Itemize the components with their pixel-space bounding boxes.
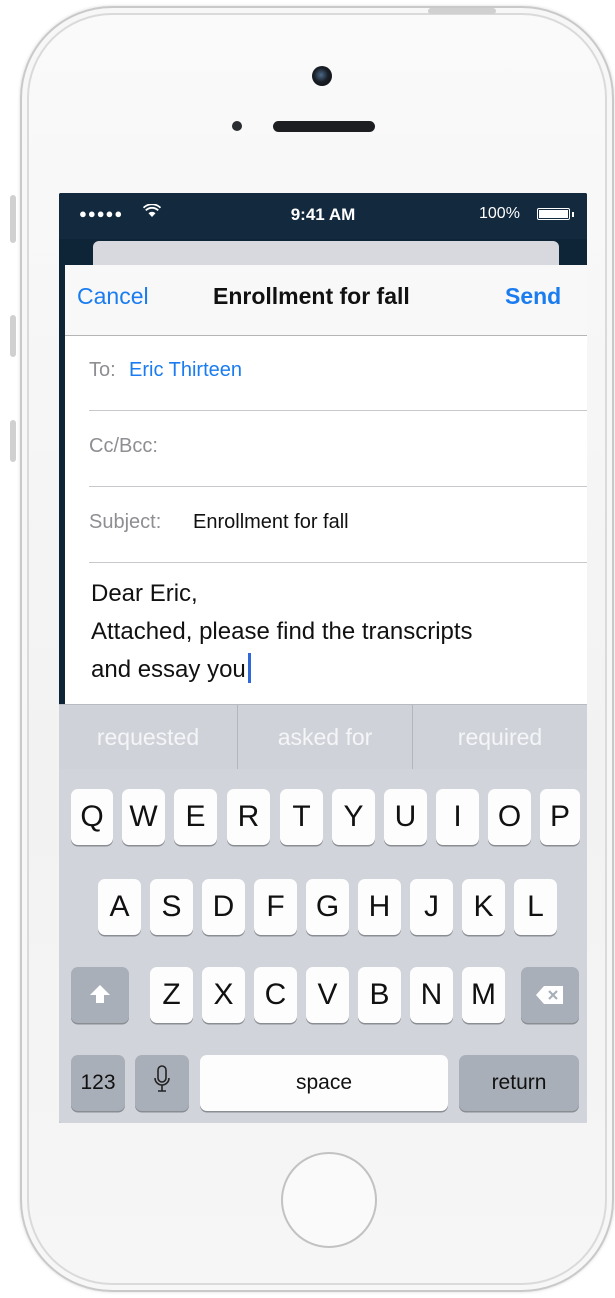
key-y[interactable]: Y [332,789,375,845]
key-g[interactable]: G [306,879,349,935]
key-n[interactable]: N [410,967,453,1023]
front-camera [312,66,332,86]
key-x[interactable]: X [202,967,245,1023]
key-u[interactable]: U [384,789,427,845]
suggestion-requested[interactable]: requested [59,705,237,769]
key-r[interactable]: R [227,789,270,845]
recipient-token[interactable]: Eric Thirteen [129,359,242,382]
key-c[interactable]: C [254,967,297,1023]
key-o[interactable]: O [488,789,531,845]
key-d[interactable]: D [202,879,245,935]
status-bar: ●●●●● 9:41 AM 100% [59,193,587,239]
to-field[interactable]: To: Eric Thirteen [89,335,587,411]
battery-icon [537,208,570,220]
key-m[interactable]: M [462,967,505,1023]
compose-navbar: Cancel Enrollment for fall Send [65,265,587,336]
key-w[interactable]: W [122,789,165,845]
earpiece-speaker [273,121,375,132]
cc-bcc-label: Cc/Bcc: [89,435,158,457]
space-key[interactable]: space [200,1055,448,1111]
predictive-bar: requested asked for required [59,705,587,769]
numbers-key[interactable]: 123 [71,1055,125,1111]
subject-value[interactable]: Enrollment for fall [193,511,349,534]
subject-field[interactable]: Subject: Enrollment for fall [89,487,587,563]
key-e[interactable]: E [174,789,217,845]
key-v[interactable]: V [306,967,349,1023]
subject-label: Subject: [89,511,162,533]
suggestion-required[interactable]: required [413,705,587,769]
cancel-button[interactable]: Cancel [77,283,149,310]
message-body[interactable]: Dear Eric, Attached, please find the tra… [91,575,571,689]
key-s[interactable]: S [150,879,193,935]
compose-title: Enrollment for fall [213,283,410,309]
delete-key[interactable] [521,967,579,1023]
key-z[interactable]: Z [150,967,193,1023]
key-t[interactable]: T [280,789,323,845]
return-key[interactable]: return [459,1055,579,1111]
key-i[interactable]: I [436,789,479,845]
microphone-icon [153,1056,171,1112]
home-button[interactable] [281,1152,377,1248]
body-line: Attached, please find the transcripts [91,618,473,645]
volume-down-button [10,420,16,462]
silent-switch [10,195,16,243]
shift-key[interactable] [71,967,129,1023]
sleep-button [428,8,496,14]
body-line-last: and essay you [91,651,571,689]
cc-bcc-field[interactable]: Cc/Bcc: [89,411,587,487]
battery-tip [572,212,574,217]
keyboard: requested asked for required Q W E R T Y… [59,704,587,1123]
proximity-sensor [232,121,242,131]
key-f[interactable]: F [254,879,297,935]
dictation-key[interactable] [135,1055,189,1111]
text-cursor [247,653,251,683]
key-l[interactable]: L [514,879,557,935]
phone-screen: ●●●●● 9:41 AM 100% Cancel Enrollment for… [59,193,587,1123]
key-b[interactable]: B [358,967,401,1023]
shift-icon [89,968,111,1024]
send-button[interactable]: Send [505,283,561,310]
key-a[interactable]: A [98,879,141,935]
battery-percent: 100% [479,205,520,222]
body-line: Dear Eric, [91,580,198,607]
key-k[interactable]: K [462,879,505,935]
delete-icon [535,968,565,1024]
suggestion-asked-for[interactable]: asked for [238,705,412,769]
key-h[interactable]: H [358,879,401,935]
body-line: and essay you [91,656,246,683]
to-label: To: [89,359,116,381]
key-j[interactable]: J [410,879,453,935]
key-p[interactable]: P [540,789,580,845]
key-q[interactable]: Q [71,789,113,845]
volume-up-button [10,315,16,357]
